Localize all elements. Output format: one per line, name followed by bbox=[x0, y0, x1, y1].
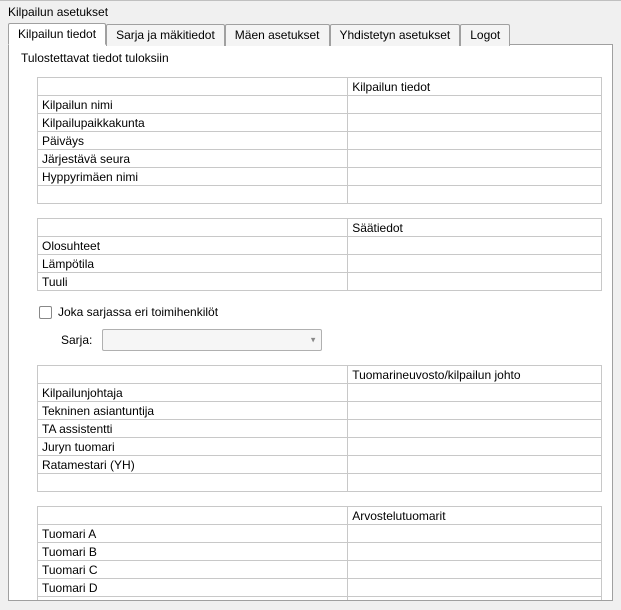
series-select-label: Sarja: bbox=[61, 333, 92, 347]
table-header-jury: Tuomarineuvosto/kilpailun johto bbox=[348, 366, 602, 384]
row-label: Kilpailunjohtaja bbox=[38, 384, 348, 402]
table-header-weather: Säätiedot bbox=[348, 219, 602, 237]
row-value-input[interactable] bbox=[348, 114, 602, 132]
tab-content: Tulostettavat tiedot tuloksiin Kilpailun… bbox=[8, 45, 613, 601]
table-row: Päiväys bbox=[38, 132, 602, 150]
row-value-input[interactable] bbox=[348, 402, 602, 420]
per-series-officials-checkbox[interactable] bbox=[39, 306, 52, 319]
table-row: Tuomari B bbox=[38, 543, 602, 561]
row-value-input[interactable] bbox=[348, 150, 602, 168]
per-series-officials-row: Joka sarjassa eri toimihenkilöt bbox=[39, 305, 602, 319]
table-row: Järjestävä seura bbox=[38, 150, 602, 168]
per-series-officials-label: Joka sarjassa eri toimihenkilöt bbox=[58, 305, 218, 319]
content-heading: Tulostettavat tiedot tuloksiin bbox=[21, 51, 602, 65]
row-label: Juryn tuomari bbox=[38, 438, 348, 456]
jury-table: Tuomarineuvosto/kilpailun johto Kilpailu… bbox=[37, 365, 602, 492]
row-value-input[interactable] bbox=[348, 384, 602, 402]
row-label: Tuomari B bbox=[38, 543, 348, 561]
table-header-competition: Kilpailun tiedot bbox=[348, 78, 602, 96]
table-row: Kilpailupaikkakunta bbox=[38, 114, 602, 132]
tab-series-hill[interactable]: Sarja ja mäkitiedot bbox=[106, 24, 225, 46]
table-header-empty bbox=[38, 366, 348, 384]
row-value-input[interactable] bbox=[348, 132, 602, 150]
weather-table: Säätiedot Olosuhteet Lämpötila Tuuli bbox=[37, 218, 602, 291]
table-row: Tekninen asiantuntija bbox=[38, 402, 602, 420]
row-label: Tuuli bbox=[38, 273, 348, 291]
row-label: Olosuhteet bbox=[38, 237, 348, 255]
table-header-empty bbox=[38, 507, 348, 525]
row-value-input[interactable] bbox=[348, 96, 602, 114]
row-value-input[interactable] bbox=[348, 237, 602, 255]
row-label bbox=[38, 186, 348, 204]
row-label: Tuomari C bbox=[38, 561, 348, 579]
table-header-empty bbox=[38, 219, 348, 237]
table-row: TA assistentti bbox=[38, 420, 602, 438]
tab-label: Logot bbox=[470, 28, 500, 42]
tab-logos[interactable]: Logot bbox=[460, 24, 510, 46]
row-value-input[interactable] bbox=[348, 579, 602, 597]
chevron-down-icon: ▾ bbox=[311, 335, 316, 346]
row-label: Tuomari E bbox=[38, 597, 348, 602]
row-label: Lämpötila bbox=[38, 255, 348, 273]
row-label: Päiväys bbox=[38, 132, 348, 150]
row-label: Kilpailupaikkakunta bbox=[38, 114, 348, 132]
tab-label: Yhdistetyn asetukset bbox=[340, 28, 451, 42]
row-value-input[interactable] bbox=[348, 474, 602, 492]
series-select-row: Sarja: ▾ bbox=[61, 329, 602, 351]
tab-competition-info[interactable]: Kilpailun tiedot bbox=[8, 23, 106, 45]
table-row: Juryn tuomari bbox=[38, 438, 602, 456]
judges-table: Arvostelutuomarit Tuomari A Tuomari B Tu… bbox=[37, 506, 602, 601]
row-label: Kilpailun nimi bbox=[38, 96, 348, 114]
row-value-input[interactable] bbox=[348, 186, 602, 204]
table-row bbox=[38, 474, 602, 492]
row-value-input[interactable] bbox=[348, 561, 602, 579]
row-label: Järjestävä seura bbox=[38, 150, 348, 168]
row-value-input[interactable] bbox=[348, 525, 602, 543]
competition-info-table: Kilpailun tiedot Kilpailun nimi Kilpailu… bbox=[37, 77, 602, 204]
table-row: Ratamestari (YH) bbox=[38, 456, 602, 474]
tab-label: Kilpailun tiedot bbox=[18, 27, 96, 41]
row-value-input[interactable] bbox=[348, 438, 602, 456]
table-row: Tuuli bbox=[38, 273, 602, 291]
row-label: Tuomari A bbox=[38, 525, 348, 543]
row-label: Tuomari D bbox=[38, 579, 348, 597]
table-row bbox=[38, 186, 602, 204]
tab-strip: Kilpailun tiedot Sarja ja mäkitiedot Mäe… bbox=[8, 23, 613, 45]
row-label: Tekninen asiantuntija bbox=[38, 402, 348, 420]
settings-window: Kilpailun asetukset Kilpailun tiedot Sar… bbox=[0, 0, 621, 610]
row-value-input[interactable] bbox=[348, 420, 602, 438]
tab-combined-settings[interactable]: Yhdistetyn asetukset bbox=[330, 24, 461, 46]
row-label: Ratamestari (YH) bbox=[38, 456, 348, 474]
table-header-empty bbox=[38, 78, 348, 96]
row-value-input[interactable] bbox=[348, 597, 602, 602]
row-value-input[interactable] bbox=[348, 168, 602, 186]
row-value-input[interactable] bbox=[348, 273, 602, 291]
row-label bbox=[38, 474, 348, 492]
tab-label: Sarja ja mäkitiedot bbox=[116, 28, 215, 42]
window-title: Kilpailun asetukset bbox=[0, 1, 621, 21]
row-value-input[interactable] bbox=[348, 255, 602, 273]
row-value-input[interactable] bbox=[348, 456, 602, 474]
table-row: Tuomari E bbox=[38, 597, 602, 602]
tab-hill-settings[interactable]: Mäen asetukset bbox=[225, 24, 330, 46]
table-row: Kilpailunjohtaja bbox=[38, 384, 602, 402]
row-value-input[interactable] bbox=[348, 543, 602, 561]
tab-label: Mäen asetukset bbox=[235, 28, 320, 42]
row-label: TA assistentti bbox=[38, 420, 348, 438]
row-label: Hyppyrimäen nimi bbox=[38, 168, 348, 186]
table-row: Lämpötila bbox=[38, 255, 602, 273]
table-row: Tuomari C bbox=[38, 561, 602, 579]
table-header-judges: Arvostelutuomarit bbox=[348, 507, 602, 525]
table-row: Kilpailun nimi bbox=[38, 96, 602, 114]
table-row: Tuomari D bbox=[38, 579, 602, 597]
series-select[interactable]: ▾ bbox=[102, 329, 322, 351]
table-row: Tuomari A bbox=[38, 525, 602, 543]
table-row: Hyppyrimäen nimi bbox=[38, 168, 602, 186]
table-row: Olosuhteet bbox=[38, 237, 602, 255]
